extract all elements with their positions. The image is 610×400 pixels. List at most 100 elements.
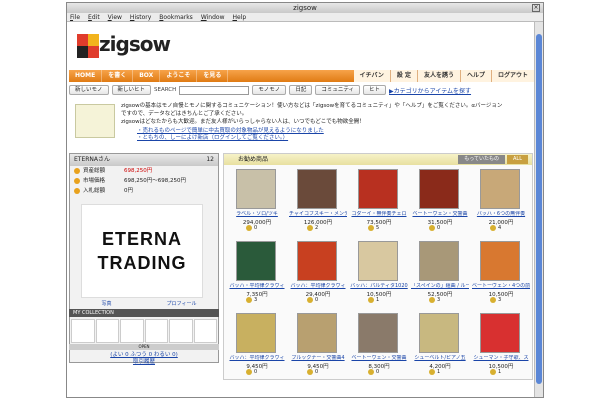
album-cover-image[interactable] [297,169,337,209]
tab-owned[interactable]: もっていたもの [458,155,505,164]
product-card[interactable]: バッハ・6つの無伴奏 21,000円 4 [472,169,530,239]
product-count: 3 [490,297,501,303]
menu-history[interactable]: History [130,13,151,21]
stat-label: 入札総額 [83,188,106,194]
product-card[interactable]: バッハ：パルティタ1020 10,500円 1 [350,241,408,311]
nav-home[interactable]: HOME [69,70,103,82]
product-card[interactable]: チャイコフスキー・メンデルス126,000円2 [289,169,347,239]
coin-icon [490,225,496,231]
product-card[interactable]: バッハ：平均律クラヴィ 9,450円 0 [228,313,286,383]
product-title[interactable]: ベートーヴェン・4つの前 [472,283,530,289]
product-card[interactable]: シューベルト/ピアノ五 4,200円 1 [411,313,469,383]
album-cover-image[interactable] [236,313,276,353]
new-items-button[interactable]: 新しいモノ [69,85,109,95]
product-title[interactable]: シューベルト/ピアノ五 [411,355,469,361]
album-cover-image[interactable] [419,313,459,353]
menu-edit[interactable]: Edit [88,13,100,21]
product-title[interactable]: チャイコフスキー・メンデルス [289,211,347,217]
product-title[interactable]: バッハ：平均律クラヴィ [289,283,347,289]
product-title[interactable]: ラベル・ソロ/ツキ [228,211,286,217]
menu-window[interactable]: Window [201,13,225,21]
user-avatar-image[interactable]: ETERNA TRADING [81,204,203,298]
product-title[interactable]: バッハ・6つの無伴奏 [472,211,530,217]
nav-write[interactable]: を書く [102,70,134,82]
product-card[interactable]: シューマン・子守歌、ス 10,500円 1 [472,313,530,383]
stat-row: 市場価格 698,250円～698,250円 [70,176,218,186]
product-title[interactable]: ベートーヴェン・交響曲 [350,355,408,361]
nav-ichiban[interactable]: イチバン [354,70,391,82]
nav-view[interactable]: を見る [197,70,229,82]
news-link-2[interactable]: ・ともちの、しーによけ新店（ログインしてご覧ください。） [137,135,324,142]
collection-slot[interactable] [193,319,217,343]
diary-button[interactable]: 日記 [289,85,313,95]
product-title[interactable]: コダーイ・無伴奏チェロ [350,211,408,217]
nav-settings[interactable]: 設 定 [391,70,418,82]
product-card[interactable]: ベートーヴェン・交響曲 31,500円 0 [411,169,469,239]
album-cover-image[interactable] [358,313,398,353]
collection-slot[interactable] [144,319,168,343]
album-cover-image[interactable] [419,169,459,209]
tab-profile[interactable]: プロフィール [144,300,219,308]
album-cover-image[interactable] [297,313,337,353]
menu-file[interactable]: File [70,13,80,21]
album-cover-image[interactable] [236,169,276,209]
product-card[interactable]: コダーイ・無伴奏チェロ 73,500円 5 [350,169,408,239]
tab-all[interactable]: ALL [507,155,528,164]
products-tabs: もっていたもの ALL [458,155,528,164]
nav-help[interactable]: ヘルプ [461,70,492,82]
product-title[interactable]: ベートーヴェン・交響曲 [411,211,469,217]
product-title[interactable]: シューマン・子守歌、ス [472,355,530,361]
news-link-1[interactable]: ・売れるものページで簡単に中古買取の対象物品が見えるようになりました [137,128,324,135]
open-toggle[interactable]: OPEN [69,344,219,350]
product-card[interactable]: ラベル・ソロ/ツキ 294,000円 0 [228,169,286,239]
user-name[interactable]: ETERNAさん [74,156,110,163]
product-card[interactable]: ベートーヴェン・4つの前 10,500円 3 [472,241,530,311]
category-search-link[interactable]: ▶カテゴリからアイテムを探す [389,86,471,95]
album-cover-image[interactable] [297,241,337,281]
product-title[interactable]: バッハ・平均律クラヴィ [228,283,286,289]
product-count: 0 [246,225,257,231]
album-cover-image[interactable] [480,241,520,281]
collection-slot[interactable] [95,319,119,343]
album-cover-image[interactable] [358,169,398,209]
count-value: 0 [376,369,380,375]
rating-text[interactable]: (よい 0 ふつう 0 わるい 0) [69,352,219,359]
product-title[interactable]: ブルックナー・交響曲4 [289,355,347,361]
menu-view[interactable]: View [108,13,122,21]
nav-logout[interactable]: ログアウト [492,70,535,82]
collection-slot[interactable] [120,319,144,343]
collection-slot[interactable] [71,319,95,343]
vertical-scrollbar[interactable] [534,22,543,397]
product-card[interactable]: ブルックナー・交響曲4 9,450円 0 [289,313,347,383]
album-cover-image[interactable] [480,313,520,353]
mono-button[interactable]: モノモノ [252,85,287,95]
album-cover-image[interactable] [480,169,520,209]
product-title[interactable]: 「スペインの」組曲 / ルーセル [411,283,469,289]
album-cover-image[interactable] [236,241,276,281]
new-people-button[interactable]: 新しいヒト [111,85,152,95]
product-card[interactable]: 「スペインの」組曲 / ルーセル52,500円3 [411,241,469,311]
product-count: 0 [368,369,379,375]
scrollbar-thumb[interactable] [536,34,542,384]
nav-invite[interactable]: 友人を誘う [418,70,461,82]
community-button[interactable]: コミュニティ [315,85,360,95]
trade-history-link[interactable]: 取引履歴 [69,359,219,366]
album-cover-image[interactable] [419,241,459,281]
product-card[interactable]: バッハ：平均律クラヴィ 29,400円 0 [289,241,347,311]
nav-box[interactable]: BOX [133,70,161,82]
product-card[interactable]: ベートーヴェン・交響曲 8,300円 0 [350,313,408,383]
product-title[interactable]: バッハ：パルティタ1020 [350,283,408,289]
menu-bookmarks[interactable]: Bookmarks [159,13,193,21]
product-card[interactable]: バッハ・平均律クラヴィ 7,350円 3 [228,241,286,311]
close-icon[interactable]: × [532,4,540,12]
product-title[interactable]: バッハ：平均律クラヴィ [228,355,286,361]
zigsow-logo[interactable]: zigsow [77,30,171,62]
nav-welcome[interactable]: ようこそ [160,70,198,82]
menu-help[interactable]: Help [232,13,246,21]
window-title: zigsow [293,4,317,12]
search-input[interactable] [179,85,250,95]
album-cover-image[interactable] [358,241,398,281]
collection-slot[interactable] [169,319,193,343]
tab-photo[interactable]: 写真 [69,300,144,308]
people-button[interactable]: ヒト [363,85,387,95]
